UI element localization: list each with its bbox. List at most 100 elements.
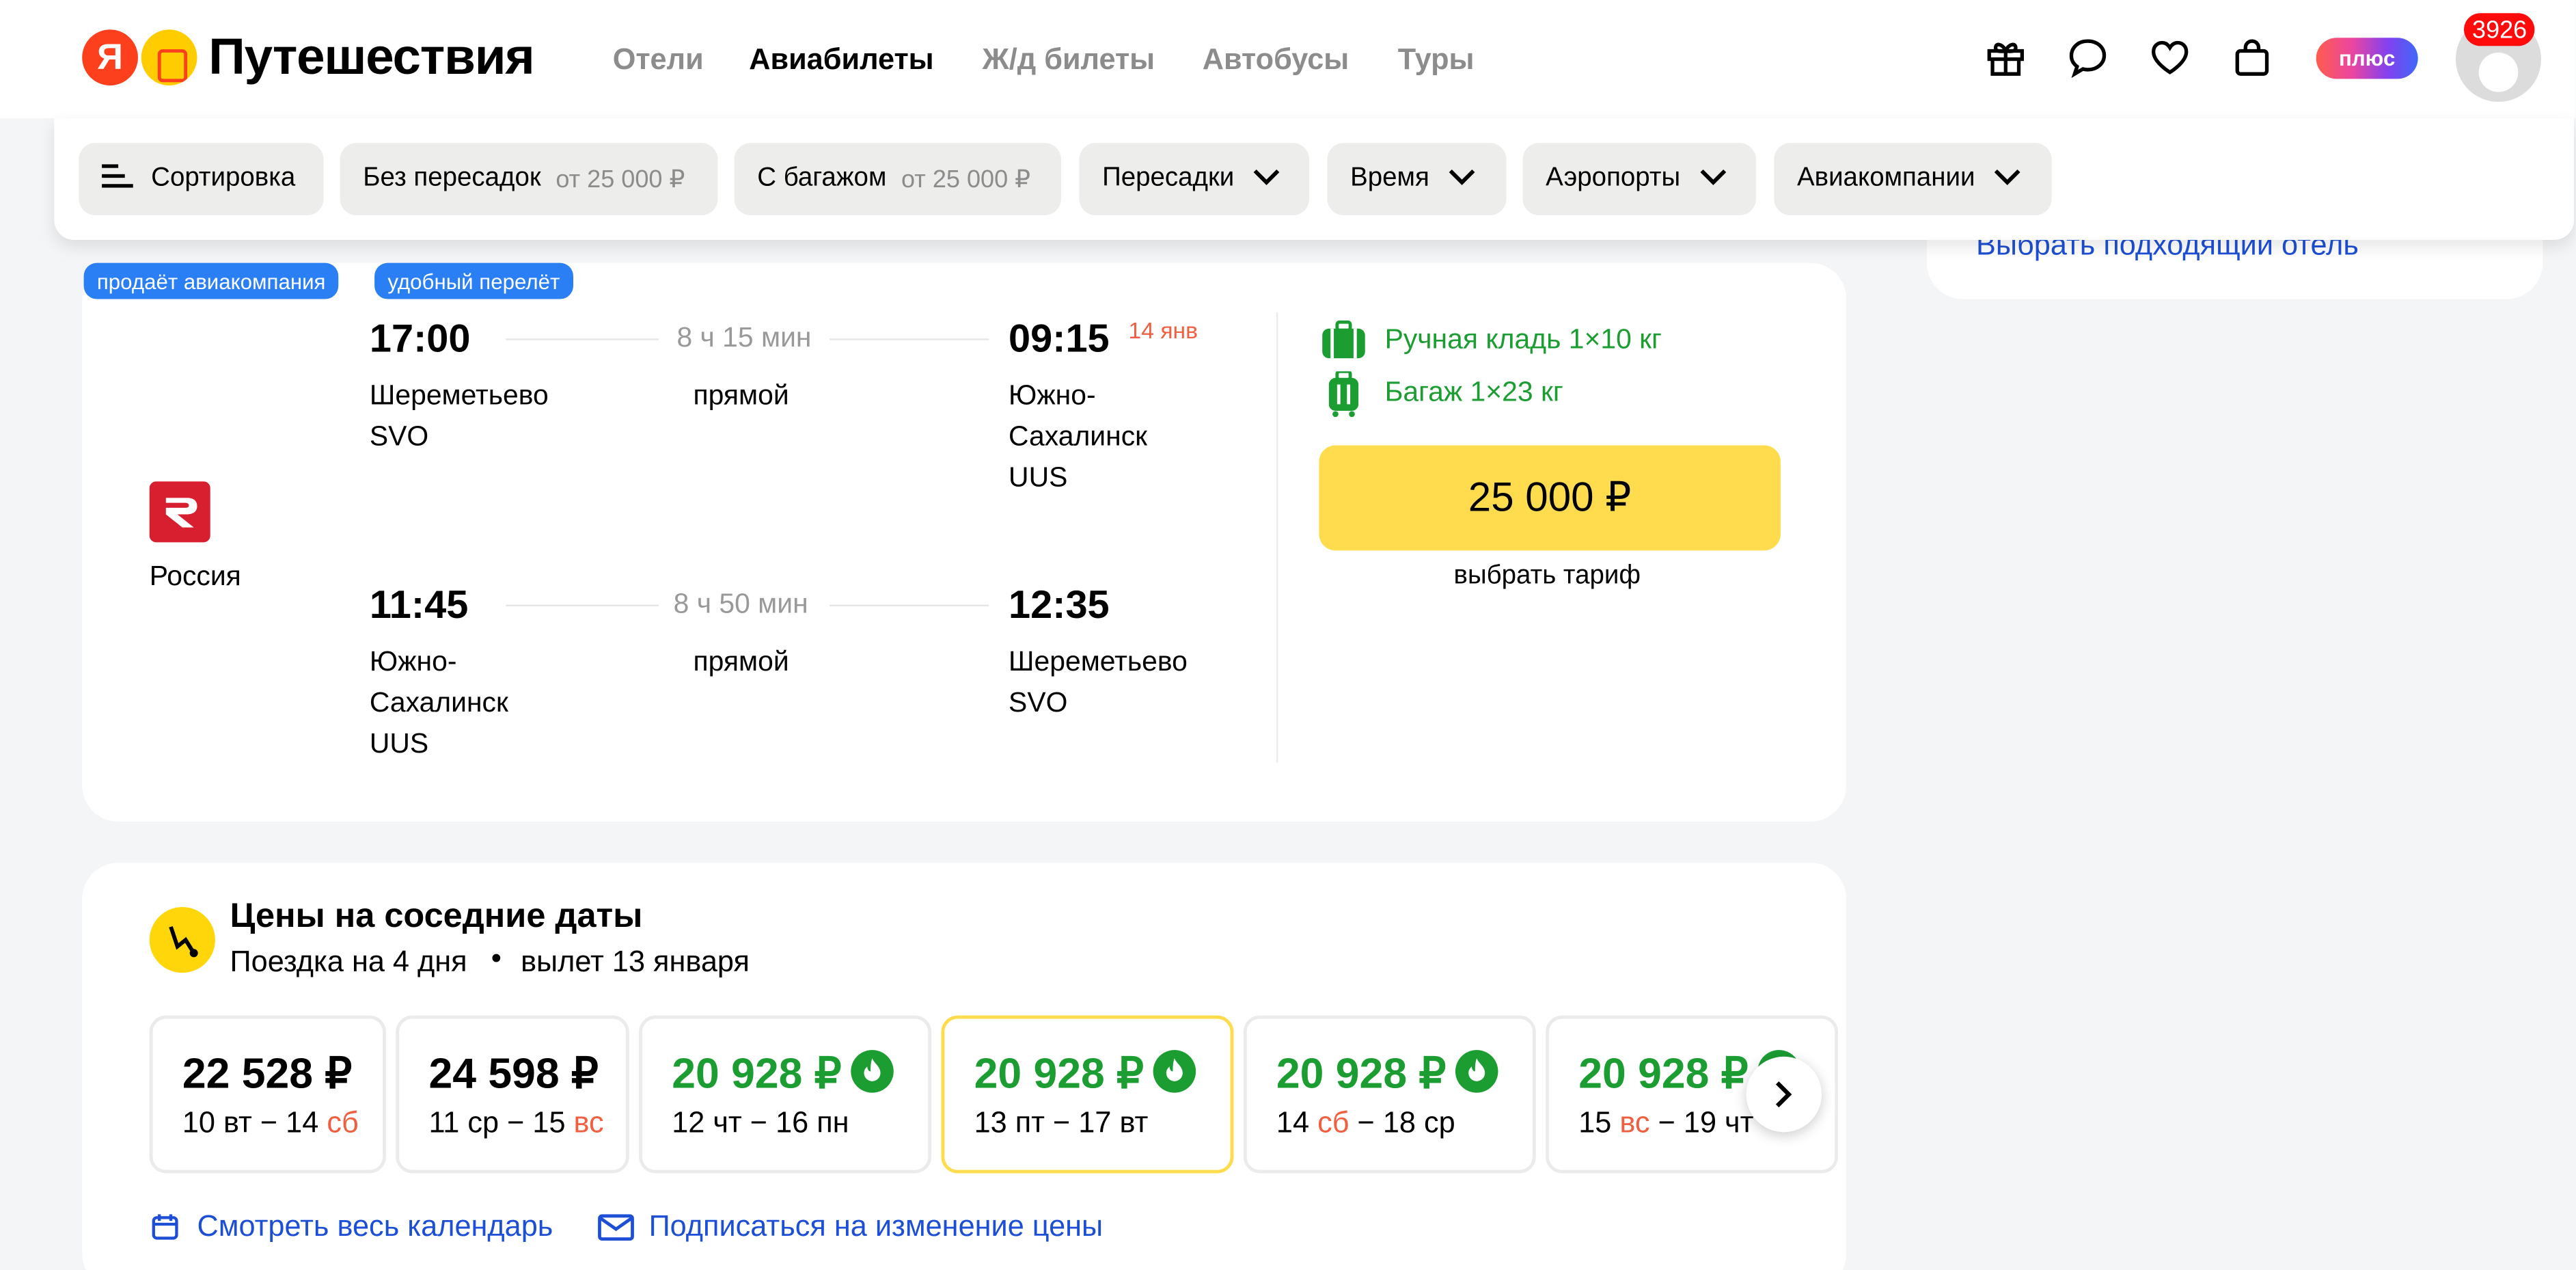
selected-price-date-card[interactable]: 20 928 ₽ 13 пт − 17 вт — [941, 1015, 1234, 1174]
bullet-separator: • — [491, 941, 502, 975]
outbound-arrival-date: 14 янв — [1128, 316, 1198, 344]
hand-luggage-text: Ручная кладь 1×10 кг — [1384, 323, 1662, 355]
date-range: 14 сб − 18 ср — [1276, 1105, 1455, 1139]
nav-flights[interactable]: Авиабилеты — [749, 43, 933, 77]
next-dates-button[interactable] — [1746, 1056, 1822, 1133]
chevron-right-icon — [1775, 1081, 1792, 1108]
duration-line — [830, 604, 989, 607]
price-date-card[interactable]: 20 928 ₽ 12 чт − 16 пн — [639, 1015, 932, 1174]
duration-line — [506, 338, 659, 340]
airports-dropdown[interactable]: Аэропорты — [1522, 143, 1756, 215]
plus-badge[interactable]: плюс — [2316, 38, 2418, 79]
departure-date: вылет 13 января — [521, 945, 750, 978]
buy-price-button[interactable]: 25 000 ₽ — [1319, 445, 1781, 551]
date-price: 22 528 ₽ — [182, 1048, 353, 1098]
date-price: 20 928 ₽ — [1276, 1049, 1499, 1100]
calendar-icon — [151, 1213, 179, 1249]
nearby-dates-title: Цены на соседние даты — [230, 897, 643, 935]
baggage-filter-price: от 25 000 ₽ — [901, 165, 1031, 194]
sort-label: Сортировка — [151, 164, 296, 193]
outbound-arrival-time: 09:15 — [1009, 316, 1110, 362]
yandex-logo-icon: Я — [82, 29, 138, 86]
divider — [1276, 312, 1278, 763]
hand-luggage-icon — [1321, 320, 1367, 368]
time-label: Время — [1350, 164, 1429, 193]
choose-fare-link[interactable]: выбрать тариф — [1454, 562, 1641, 591]
view-calendar-link[interactable]: Смотреть весь календарь — [197, 1209, 553, 1243]
chevron-down-icon — [1700, 164, 1727, 193]
transfers-dropdown[interactable]: Пересадки — [1079, 143, 1309, 215]
return-duration: 8 ч 50 мин — [673, 588, 808, 620]
return-departure-city-line1: Южно- — [369, 645, 457, 677]
nav-trains[interactable]: Ж/д билеты — [983, 43, 1155, 77]
trip-duration: Поездка на 4 дня — [230, 945, 467, 978]
duration-line — [506, 604, 659, 607]
chevron-down-icon — [1254, 164, 1280, 193]
airline-name: Россия — [149, 560, 241, 592]
nav-buses[interactable]: Автобусы — [1203, 43, 1349, 77]
suitcase-icon — [1327, 369, 1360, 425]
price-trend-icon — [149, 907, 215, 973]
outbound-arrival-code: UUS — [1009, 461, 1068, 494]
subscribe-price-link[interactable]: Подписаться на изменение цены — [649, 1209, 1104, 1243]
price-date-card[interactable]: 24 598 ₽ 11 ср − 15 вс — [396, 1015, 629, 1174]
return-arrival-time: 12:35 — [1009, 583, 1110, 628]
outbound-flight-type: прямой — [693, 379, 789, 411]
return-departure-city-line2: Сахалинск — [369, 686, 508, 718]
date-range: 15 вс − 19 чт — [1578, 1105, 1754, 1139]
outbound-arrival-city-line1: Южно- — [1009, 379, 1096, 411]
date-range: 10 вт − 14 сб — [182, 1105, 359, 1139]
flame-icon — [1153, 1050, 1196, 1093]
return-arrival-city: Шереметьево — [1009, 645, 1188, 677]
heart-icon[interactable] — [2146, 33, 2195, 82]
time-dropdown[interactable]: Время — [1327, 143, 1507, 215]
baggage-filter-label: С багажом — [757, 164, 887, 193]
return-flight-type: прямой — [693, 645, 789, 677]
notification-count-badge: 3926 — [2464, 13, 2536, 46]
outbound-departure-city: Шереметьево — [369, 379, 549, 411]
outbound-departure-time: 17:00 — [369, 316, 471, 362]
logo-title: Путешествия — [208, 27, 534, 86]
flame-icon — [1455, 1050, 1499, 1093]
date-price: 20 928 ₽ — [974, 1049, 1196, 1100]
airline-logo-icon — [149, 481, 210, 543]
airlines-dropdown[interactable]: Авиакомпании — [1774, 143, 2052, 215]
date-price: 24 598 ₽ — [428, 1048, 599, 1098]
airports-label: Аэропорты — [1546, 164, 1681, 193]
flame-icon — [851, 1050, 894, 1093]
airlines-label: Авиакомпании — [1796, 164, 1975, 193]
outbound-duration: 8 ч 15 мин — [676, 322, 812, 353]
nav-hotels[interactable]: Отели — [613, 43, 704, 77]
nonstop-price: от 25 000 ₽ — [556, 165, 685, 194]
bag-icon[interactable] — [2228, 33, 2277, 82]
chevron-down-icon — [1449, 164, 1475, 193]
date-range: 12 чт − 16 пн — [672, 1105, 849, 1139]
airline-sells-tag: продаёт авиакомпания — [83, 262, 339, 299]
nonstop-filter[interactable]: Без пересадок от 25 000 ₽ — [340, 143, 718, 215]
return-arrival-code: SVO — [1009, 686, 1068, 718]
chat-icon[interactable] — [2063, 33, 2112, 82]
gift-icon[interactable] — [1981, 33, 2030, 82]
travel-logo[interactable]: Я Путешествия — [82, 27, 535, 87]
return-departure-time: 11:45 — [369, 583, 469, 628]
price-date-card[interactable]: 22 528 ₽ 10 вт − 14 сб — [149, 1015, 386, 1174]
price-date-card[interactable]: 20 928 ₽ 14 сб − 18 ср — [1243, 1015, 1536, 1174]
date-range: 13 пт − 17 вт — [974, 1105, 1149, 1139]
baggage-filter[interactable]: С багажом от 25 000 ₽ — [734, 143, 1061, 215]
nonstop-label: Без пересадок — [363, 164, 541, 193]
return-departure-code: UUS — [369, 727, 429, 759]
outbound-departure-code: SVO — [369, 420, 429, 452]
nav-tours[interactable]: Туры — [1398, 43, 1475, 77]
sort-icon — [102, 162, 135, 196]
duration-line — [830, 338, 989, 340]
date-price: 20 928 ₽ — [672, 1049, 894, 1100]
mail-icon — [598, 1214, 634, 1249]
date-range: 11 ср − 15 вс — [428, 1105, 604, 1139]
baggage-text: Багаж 1×23 кг — [1384, 376, 1563, 408]
convenient-flight-tag: удобный перелёт — [374, 262, 573, 299]
transfers-label: Пересадки — [1102, 164, 1235, 193]
sort-button[interactable]: Сортировка — [79, 143, 324, 215]
chevron-down-icon — [1995, 164, 2021, 193]
outbound-arrival-city-line2: Сахалинск — [1009, 420, 1148, 452]
suitcase-logo-icon — [141, 29, 197, 86]
